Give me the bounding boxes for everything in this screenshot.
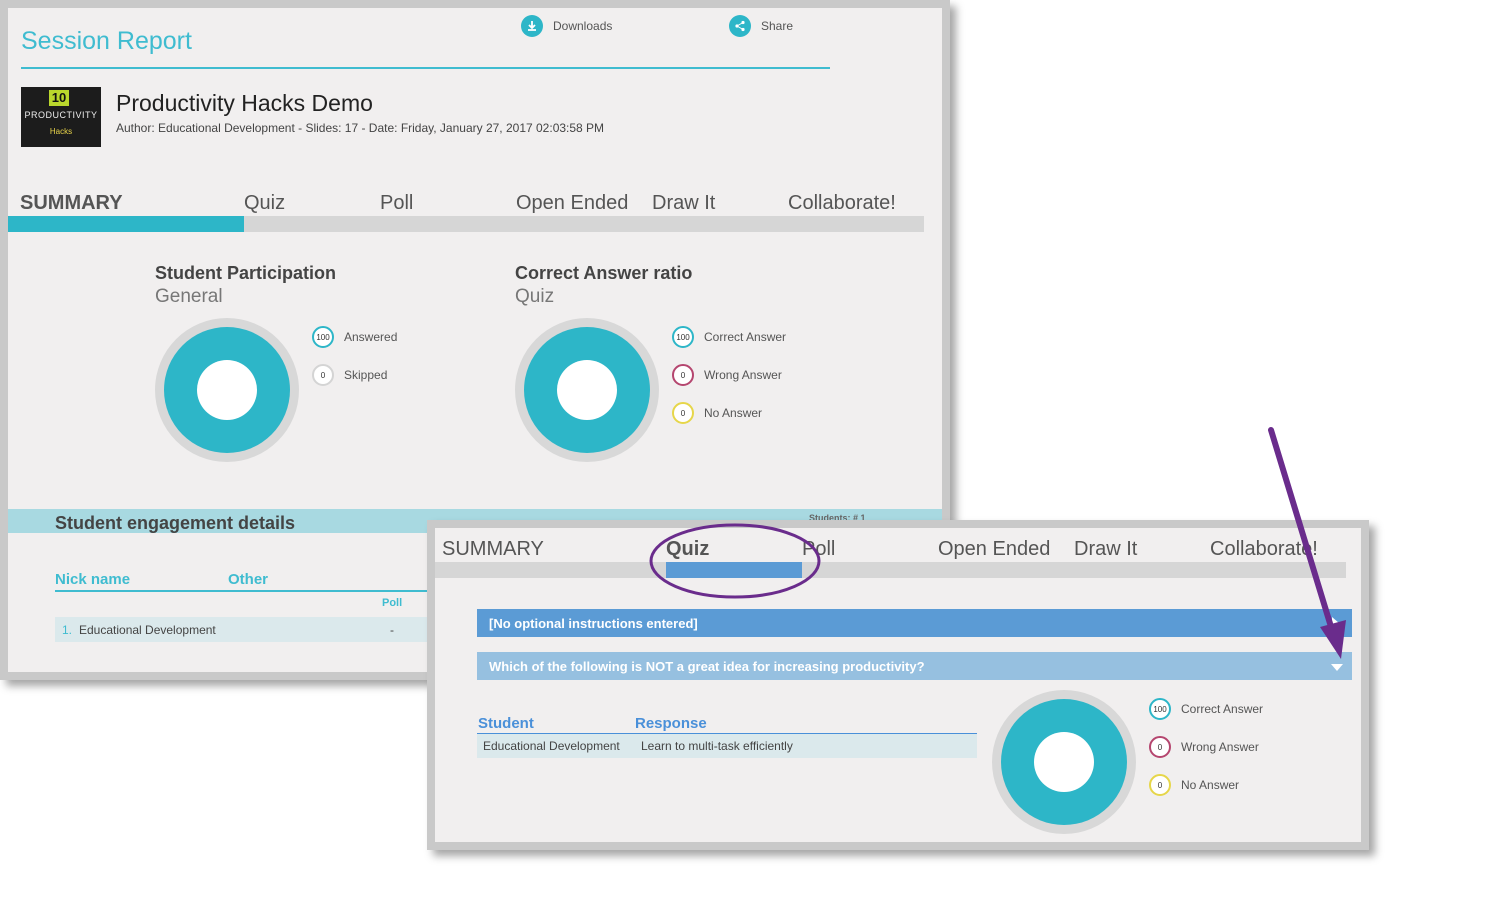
annotation-arrow-line	[1268, 427, 1335, 633]
quiz-tab-highlight-ellipse	[649, 523, 821, 599]
annotation-arrow-head	[1320, 620, 1346, 659]
annotation-overlay	[649, 427, 1346, 659]
